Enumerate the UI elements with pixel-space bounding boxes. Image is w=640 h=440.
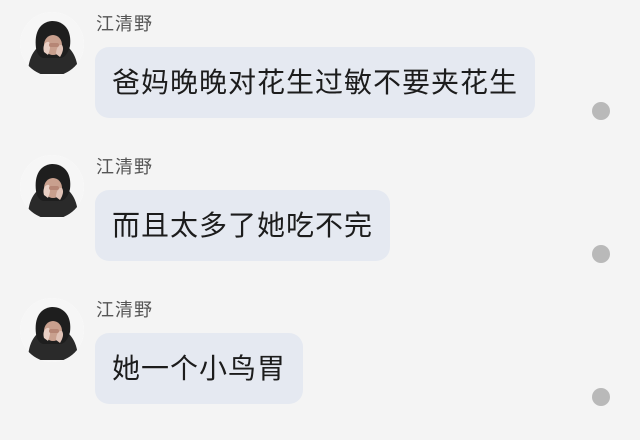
sender-name: 江清野: [96, 14, 153, 35]
message-bubble[interactable]: 她一个小鸟胃: [95, 333, 304, 404]
message-row: 江清野 她一个小鸟胃: [0, 286, 640, 406]
message-status-dot[interactable]: [592, 102, 610, 120]
chat-area[interactable]: 江清野 爸妈晚晚对花生过敏不要夹花生 江清野 而且太多了她吃不完 江清野 她一个…: [0, 0, 640, 440]
avatar[interactable]: [20, 155, 84, 219]
sender-name: 江清野: [96, 300, 153, 321]
message-row: 江清野 而且太多了她吃不完: [0, 143, 640, 263]
avatar[interactable]: [20, 298, 84, 362]
message-row: 江清野 爸妈晚晚对花生过敏不要夹花生: [0, 0, 640, 120]
message-status-dot[interactable]: [592, 388, 610, 406]
message-bubble[interactable]: 而且太多了她吃不完: [95, 190, 391, 261]
avatar-image: [20, 12, 84, 76]
avatar-image: [20, 155, 84, 219]
avatar-image: [20, 298, 84, 362]
message-status-dot[interactable]: [592, 245, 610, 263]
sender-name: 江清野: [96, 157, 153, 178]
avatar[interactable]: [20, 12, 84, 76]
message-bubble[interactable]: 爸妈晚晚对花生过敏不要夹花生: [95, 47, 536, 118]
